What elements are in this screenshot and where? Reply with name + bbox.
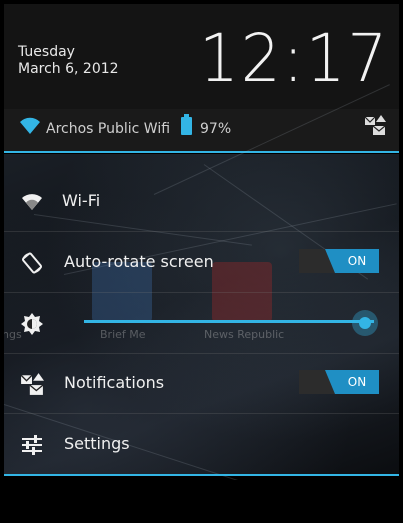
rotate-icon — [20, 251, 44, 275]
autorotate-toggle[interactable]: ON — [299, 249, 379, 273]
autorotate-toggle-state: ON — [325, 249, 379, 273]
notifications-toggle-state: ON — [325, 370, 379, 394]
day-label: Tuesday — [18, 44, 75, 60]
notifications-row[interactable]: Notifications ON — [4, 354, 399, 414]
divider-top — [4, 151, 399, 153]
brightness-icon — [20, 312, 44, 336]
autorotate-row[interactable]: Auto-rotate screen ON — [4, 233, 399, 293]
brightness-slider-track[interactable] — [84, 320, 374, 323]
brightness-row — [4, 294, 399, 354]
wifi-label: Wi-Fi — [62, 191, 101, 210]
divider-bottom — [4, 474, 399, 476]
date-display: Tuesday March 6, 2012 — [18, 44, 119, 78]
notifications-label: Notifications — [64, 373, 165, 392]
settings-sliders-icon — [20, 433, 44, 457]
settings-row[interactable]: Settings — [4, 415, 399, 475]
shade-header: Tuesday March 6, 2012 12:17 — [4, 4, 399, 109]
battery-level: 97% — [200, 121, 232, 137]
network-name: Archos Public Wifi — [46, 121, 171, 137]
battery-icon — [181, 114, 192, 135]
wifi-row[interactable]: Wi-Fi — [4, 172, 399, 232]
clock: 12:17 — [198, 20, 389, 97]
settings-label: Settings — [64, 434, 130, 453]
autorotate-label: Auto-rotate screen — [64, 252, 214, 271]
notification-settings-icon[interactable] — [364, 114, 386, 140]
notifications-toggle[interactable]: ON — [299, 370, 379, 394]
date-label: March 6, 2012 — [18, 61, 119, 77]
wifi-signal-icon — [18, 116, 42, 140]
notifications-icon — [20, 372, 44, 396]
notification-shade: Tuesday March 6, 2012 12:17 Archos Publi… — [4, 4, 399, 519]
wifi-icon — [20, 190, 44, 214]
bottom-bar — [4, 480, 399, 519]
